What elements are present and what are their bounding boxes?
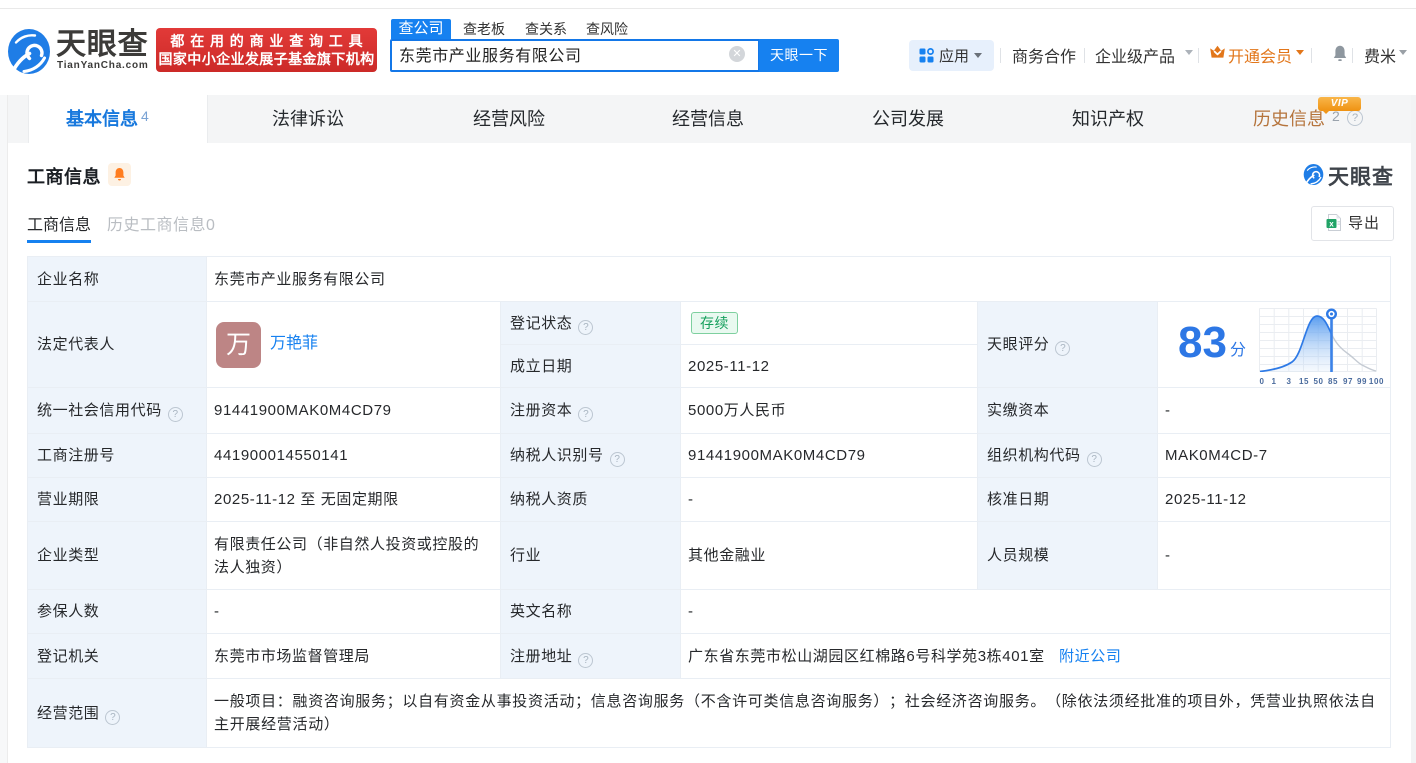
svg-text:x: x	[1329, 219, 1334, 228]
svg-text:0: 0	[1259, 377, 1264, 386]
svg-text:97: 97	[1343, 377, 1353, 386]
svg-text:85: 85	[1328, 377, 1338, 386]
svg-text:15: 15	[1299, 377, 1309, 386]
svg-text:3: 3	[1286, 377, 1291, 386]
svg-text:100: 100	[1369, 377, 1384, 386]
svg-text:50: 50	[1313, 377, 1323, 386]
svg-text:99: 99	[1357, 377, 1367, 386]
svg-text:1: 1	[1271, 377, 1276, 386]
